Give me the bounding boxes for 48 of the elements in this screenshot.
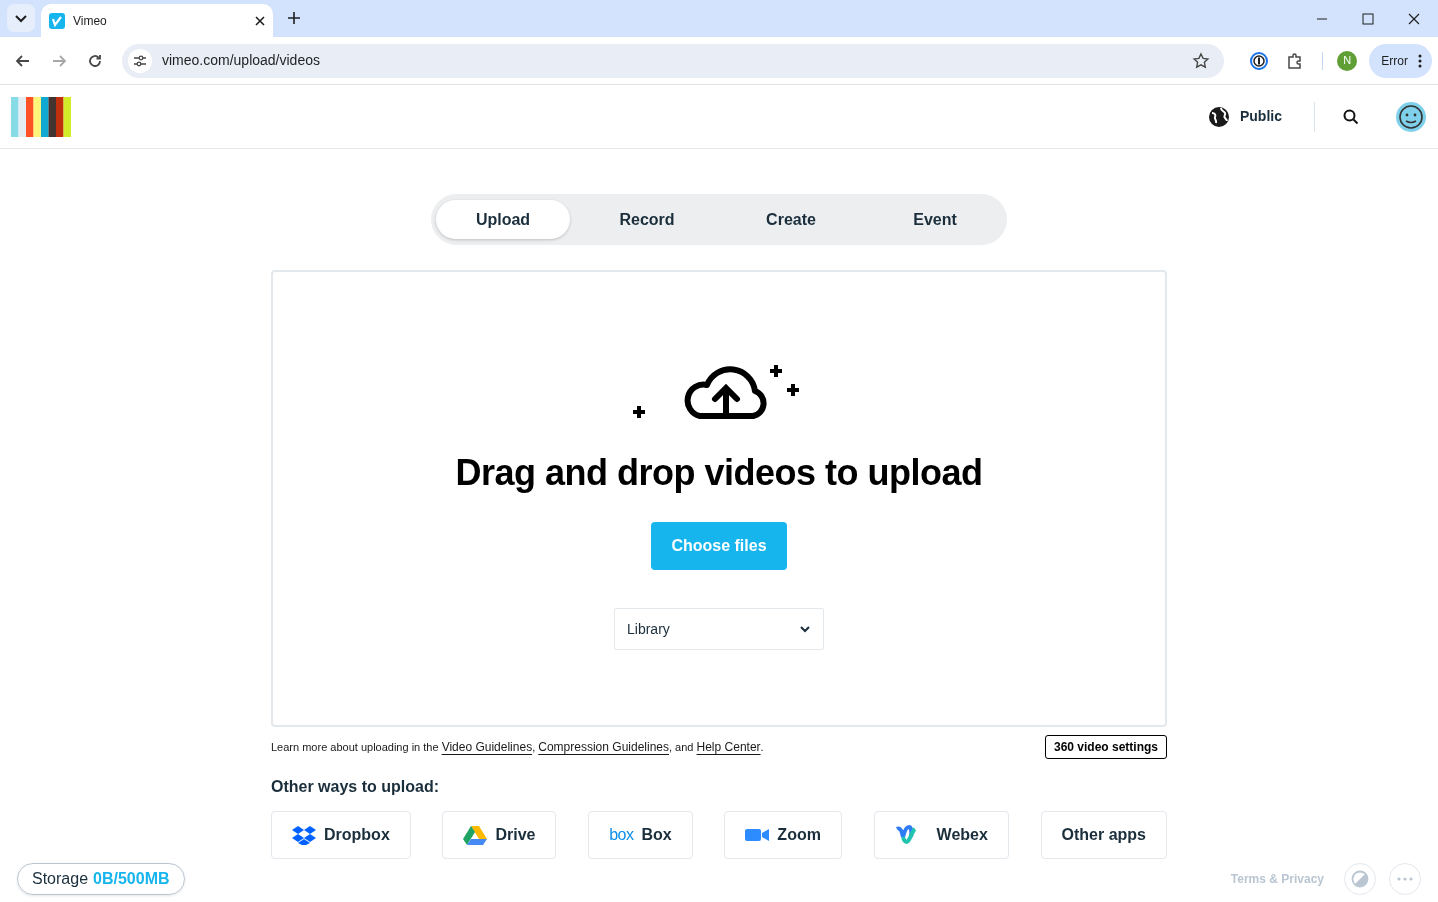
upload-source-button[interactable]: Drive — [442, 811, 557, 859]
upload-mode-tab[interactable]: Record — [580, 200, 714, 239]
password-manager-icon[interactable] — [1250, 51, 1269, 70]
upload-mode-tab[interactable]: Event — [868, 200, 1002, 239]
more-icon — [1397, 877, 1413, 881]
address-bar[interactable]: vimeo.com/upload/videos — [122, 43, 1225, 78]
dropbox-logo-icon — [292, 825, 316, 845]
chevron-down-icon — [799, 625, 811, 633]
drop-zone[interactable]: Drag and drop videos to upload Choose files Library — [271, 270, 1167, 727]
search-icon[interactable] — [1343, 108, 1359, 125]
logo-stripes-icon[interactable] — [11, 96, 71, 137]
upload-source-button[interactable]: Dropbox — [271, 811, 411, 859]
contrast-icon — [1351, 870, 1369, 888]
video-settings-button[interactable]: 360 video settings — [1044, 735, 1167, 759]
upload-mode-tab[interactable]: Upload — [436, 200, 570, 239]
help-text: Learn more about uploading in the Video Guidelines, Compression Guidelines, and Help Center. — [271, 739, 764, 756]
storage-label: Storage — [32, 869, 89, 889]
upload-source-button[interactable]: Zoom — [724, 811, 842, 859]
section-heading: Other ways to upload: — [271, 777, 439, 797]
close-icon[interactable] — [255, 15, 265, 26]
maximize-icon[interactable] — [1360, 11, 1376, 27]
globe-icon — [1208, 105, 1230, 128]
zoom-logo-icon — [745, 828, 770, 842]
upload-source-button[interactable]: box Box — [588, 811, 693, 859]
drop-zone-title: Drag and drop videos to upload — [455, 451, 983, 495]
new-tab-icon[interactable] — [287, 11, 301, 25]
browser-tab[interactable]: Vimeo — [41, 4, 273, 37]
webex-logo-icon — [894, 825, 917, 845]
site-settings-icon[interactable] — [128, 48, 152, 73]
url-text: vimeo.com/upload/videos — [162, 51, 321, 70]
box-logo: box — [609, 825, 634, 845]
error-menu-button[interactable]: Error — [1369, 43, 1432, 78]
upload-source-button[interactable]: Other apps — [1040, 811, 1167, 859]
upload-mode-tab[interactable]: Create — [724, 200, 858, 239]
close-icon[interactable] — [1406, 11, 1422, 27]
upload-source-button[interactable]: Webex — [873, 811, 1009, 859]
help-link[interactable]: Compression Guidelines — [538, 740, 669, 754]
visibility-button[interactable]: Public — [1208, 105, 1282, 128]
vimeo-favicon-icon — [49, 12, 65, 29]
help-link[interactable]: Help Center — [696, 740, 761, 754]
drive-logo-icon — [463, 825, 488, 845]
more-icon — [1418, 53, 1422, 68]
avatar-icon[interactable] — [1395, 100, 1427, 133]
bookmark-star-icon[interactable] — [1192, 51, 1211, 70]
tab-list-button[interactable] — [7, 4, 35, 32]
tab-title: Vimeo — [73, 12, 108, 30]
folder-dropdown[interactable]: Library — [614, 608, 824, 650]
storage-usage: 0B/500MB — [93, 869, 170, 889]
